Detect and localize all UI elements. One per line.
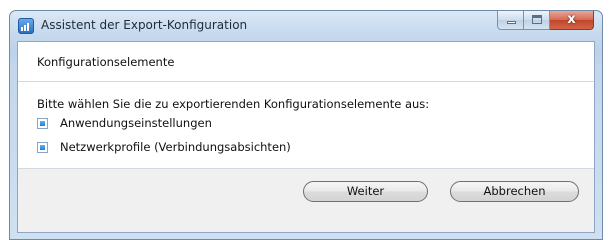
window-title: Assistent der Export-Konfiguration: [41, 18, 248, 32]
minimize-icon: [507, 21, 516, 24]
option-network-profiles[interactable]: Netzwerkprofile (Verbindungsabsichten): [37, 140, 291, 154]
header-divider: [18, 81, 594, 82]
application-settings-checkbox[interactable]: [37, 117, 48, 129]
maximize-icon: [532, 15, 542, 24]
caption-buttons: x: [497, 11, 594, 30]
minimize-button[interactable]: [497, 11, 524, 30]
close-button[interactable]: x: [550, 11, 594, 30]
title-bar[interactable]: Assistent der Export-Konfiguration x: [10, 11, 602, 41]
dialog-content: Konfigurationselemente Bitte wählen Sie …: [17, 41, 595, 233]
instruction-text: Bitte wählen Sie die zu exportierenden K…: [37, 97, 430, 111]
chart-app-icon: [18, 18, 34, 34]
export-config-window: Assistent der Export-Konfiguration x Kon…: [9, 10, 603, 240]
option-application-settings[interactable]: Anwendungseinstellungen: [37, 116, 212, 130]
network-profiles-checkbox[interactable]: [37, 141, 48, 153]
button-bar: Weiter Abbrechen: [18, 169, 594, 232]
checked-mark-icon: [40, 120, 45, 126]
option-label: Netzwerkprofile (Verbindungsabsichten): [60, 140, 291, 154]
checked-mark-icon: [40, 144, 45, 150]
section-title: Konfigurationselemente: [37, 55, 175, 69]
close-icon: x: [567, 12, 576, 27]
cancel-button[interactable]: Abbrechen: [450, 181, 579, 202]
maximize-button[interactable]: [524, 11, 550, 30]
next-button[interactable]: Weiter: [303, 181, 428, 202]
option-label: Anwendungseinstellungen: [60, 116, 212, 130]
